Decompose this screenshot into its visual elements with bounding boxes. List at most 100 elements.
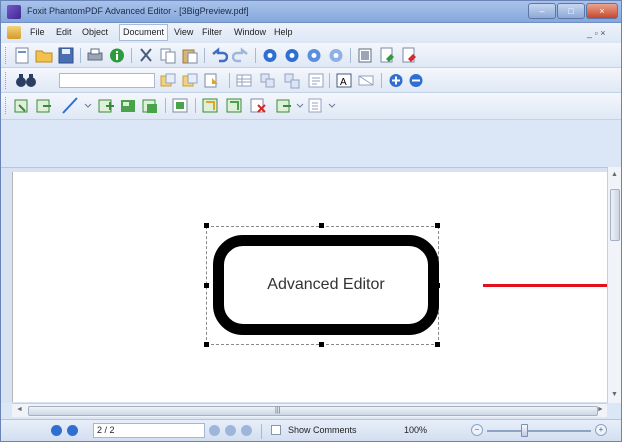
document-menu-icon[interactable] <box>7 26 21 39</box>
scroll-left-icon[interactable]: ◄ <box>16 406 23 413</box>
clip-icon[interactable] <box>171 97 189 114</box>
first-page-icon[interactable] <box>51 425 62 436</box>
zoom-slider-thumb[interactable] <box>521 424 528 437</box>
image-object-icon[interactable] <box>357 72 375 89</box>
resize-handle-top-center[interactable] <box>319 223 324 228</box>
toolbar-separator <box>195 98 196 113</box>
search-input[interactable] <box>59 73 155 88</box>
menu-window[interactable]: Window <box>231 27 269 37</box>
vertical-scrollbar[interactable]: ▲ ▼ <box>607 167 621 403</box>
horizontal-scrollbar[interactable]: ◄ ||| ► <box>12 403 607 417</box>
binoculars-icon[interactable] <box>13 72 53 89</box>
circle-blue-3-icon[interactable] <box>305 47 323 64</box>
scroll-right-icon[interactable]: ► <box>597 406 604 413</box>
paste-icon[interactable] <box>181 47 199 64</box>
toolbar-grip[interactable] <box>5 97 8 114</box>
add-image-icon[interactable] <box>97 97 115 114</box>
shape-text[interactable]: Advanced Editor <box>224 246 428 324</box>
select-tool-icon[interactable] <box>203 72 221 89</box>
text-object-icon[interactable]: A <box>335 72 353 89</box>
menu-file[interactable]: File <box>27 27 48 37</box>
circle-blue-2-icon[interactable] <box>283 47 301 64</box>
previous-page-icon[interactable] <box>67 425 78 436</box>
resize-handle-middle-left[interactable] <box>204 283 209 288</box>
chevron-down-icon[interactable] <box>83 97 93 114</box>
undo-icon[interactable] <box>210 47 228 64</box>
add-shading-icon[interactable] <box>119 97 137 114</box>
menu-filter[interactable]: Filter <box>199 27 225 37</box>
table-icon[interactable] <box>235 72 253 89</box>
resize-handle-top-right[interactable] <box>435 223 440 228</box>
circle-blue-4-icon[interactable] <box>327 47 345 64</box>
export-icon[interactable] <box>378 47 396 64</box>
horizontal-scroll-thumb[interactable]: ||| <box>28 406 598 416</box>
page-view-icon[interactable] <box>356 47 374 64</box>
circle-blue-1-icon[interactable] <box>261 47 279 64</box>
page-number-field[interactable]: 2 / 2 <box>93 423 205 438</box>
chevron-down-icon[interactable] <box>295 97 305 114</box>
vertical-scroll-thumb[interactable] <box>610 189 620 241</box>
delete-object-icon[interactable] <box>249 97 267 114</box>
line-tool-icon[interactable] <box>61 97 79 114</box>
red-line-shape[interactable] <box>483 284 607 287</box>
resize-handle-top-left[interactable] <box>204 223 209 228</box>
resize-object-icon[interactable] <box>35 97 53 114</box>
rotate-icon[interactable] <box>225 97 243 114</box>
info-icon[interactable] <box>108 47 126 64</box>
new-document-icon[interactable] <box>13 47 31 64</box>
zoom-out-icon[interactable] <box>407 72 425 89</box>
menu-document[interactable]: Document <box>119 24 169 41</box>
print-icon[interactable] <box>86 47 104 64</box>
export-red-icon[interactable] <box>400 47 418 64</box>
zoom-in-icon[interactable] <box>387 72 405 89</box>
last-page-icon[interactable] <box>225 425 236 436</box>
menu-view[interactable]: View <box>171 27 196 37</box>
cut-icon[interactable] <box>137 47 155 64</box>
toolbar-standard <box>1 43 621 68</box>
zoom-out-button[interactable]: − <box>471 424 483 436</box>
rounded-rectangle-shape[interactable]: Advanced Editor <box>213 235 439 335</box>
next-page-icon[interactable] <box>209 425 220 436</box>
resize-handle-bottom-right[interactable] <box>435 342 440 347</box>
toolbar-separator <box>229 73 230 88</box>
crop-icon[interactable] <box>201 97 219 114</box>
redo-icon[interactable] <box>232 47 250 64</box>
toolbar-grip[interactable] <box>5 72 8 89</box>
save-icon[interactable] <box>57 47 75 64</box>
find-next-icon[interactable] <box>181 72 199 89</box>
scroll-down-icon[interactable]: ▼ <box>611 391 618 398</box>
chevron-down-icon[interactable] <box>327 97 337 114</box>
object-ungroup-icon[interactable] <box>283 72 301 89</box>
title-bar: Foxit PhantomPDF Advanced Editor - [3Big… <box>1 1 621 23</box>
menu-bar: File Edit Object Document View Filter Wi… <box>1 23 621 43</box>
zoom-level[interactable]: 100% <box>404 425 427 435</box>
open-folder-icon[interactable] <box>35 47 53 64</box>
window-title: Foxit PhantomPDF Advanced Editor - [3Big… <box>27 6 249 16</box>
resize-handle-bottom-left[interactable] <box>204 342 209 347</box>
layers-icon[interactable] <box>307 97 325 114</box>
mdi-controls[interactable]: _ ▫ × <box>587 28 605 38</box>
move-object-icon[interactable] <box>13 97 31 114</box>
menu-edit[interactable]: Edit <box>53 27 75 37</box>
show-comments-checkbox[interactable] <box>271 425 281 435</box>
zoom-slider-track[interactable] <box>487 430 591 432</box>
zoom-in-button[interactable]: + <box>595 424 607 436</box>
close-button[interactable]: × <box>586 3 618 19</box>
minimize-button[interactable]: – <box>528 3 556 19</box>
scroll-up-icon[interactable]: ▲ <box>611 171 618 178</box>
toolbar-separator <box>350 48 351 63</box>
menu-object[interactable]: Object <box>79 27 111 37</box>
find-prev-icon[interactable] <box>159 72 177 89</box>
object-group-icon[interactable] <box>259 72 277 89</box>
add-path-icon[interactable] <box>141 97 159 114</box>
copy-icon[interactable] <box>159 47 177 64</box>
resize-handle-bottom-center[interactable] <box>319 342 324 347</box>
toolbar-separator <box>80 48 81 63</box>
align-icon[interactable] <box>307 72 325 89</box>
page-nav-icon[interactable] <box>241 425 252 436</box>
toolbar-grip[interactable] <box>5 47 8 64</box>
menu-help[interactable]: Help <box>271 27 296 37</box>
maximize-button[interactable]: □ <box>557 3 585 19</box>
properties-icon[interactable] <box>275 97 293 114</box>
toolbar-separator <box>204 48 205 63</box>
